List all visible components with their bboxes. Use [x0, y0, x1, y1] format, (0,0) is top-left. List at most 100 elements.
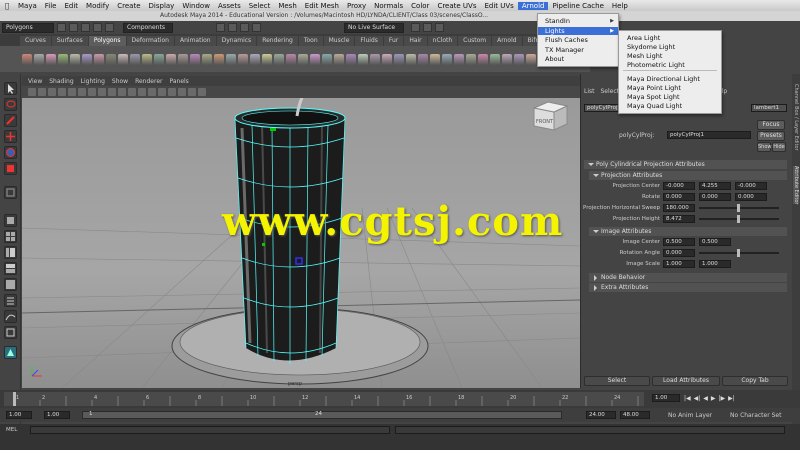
- layout-hypershade-icon[interactable]: [4, 278, 17, 291]
- shelf-tab-animation[interactable]: Animation: [175, 36, 216, 46]
- select-button[interactable]: Select: [584, 376, 650, 386]
- image-plane-icon[interactable]: [58, 88, 66, 96]
- bookmark-icon[interactable]: [48, 88, 56, 96]
- shelf-tool-icon[interactable]: [106, 53, 116, 65]
- new-scene-icon[interactable]: [57, 23, 66, 32]
- snap-curve-icon[interactable]: [228, 23, 237, 32]
- copy-tab-button[interactable]: Copy Tab: [722, 376, 788, 386]
- time-ruler-bar[interactable]: [4, 392, 644, 406]
- wireframe-icon[interactable]: [138, 88, 146, 96]
- shelf-tab-muscle[interactable]: Muscle: [323, 36, 355, 46]
- rotate-tool-icon[interactable]: [4, 146, 17, 159]
- attr-slider[interactable]: [699, 215, 779, 223]
- live-surface-field[interactable]: No Live Surface: [344, 22, 404, 33]
- shelf-tool-icon[interactable]: [22, 53, 32, 65]
- attr-value-field[interactable]: 180.000: [663, 204, 695, 212]
- shelf-tool-icon[interactable]: [334, 53, 344, 65]
- layout-uv-icon[interactable]: [4, 326, 17, 339]
- wireframe-on-shaded-icon[interactable]: [158, 88, 166, 96]
- node-name-field[interactable]: polyCylProj1: [667, 131, 751, 139]
- scale-tool-icon[interactable]: [4, 162, 17, 175]
- playback-start-field[interactable]: 1.00: [44, 411, 70, 419]
- end-time-field[interactable]: 48.00: [620, 411, 650, 419]
- shelf-tool-icon[interactable]: [526, 53, 536, 65]
- attr-value-field[interactable]: 0.500: [663, 238, 695, 246]
- camera-icon[interactable]: [28, 88, 36, 96]
- safe-title-icon[interactable]: [128, 88, 136, 96]
- xray-icon[interactable]: [198, 88, 206, 96]
- shelf-tool-icon[interactable]: [442, 53, 452, 65]
- shelf-tool-icon[interactable]: [286, 53, 296, 65]
- shelf-tab-rendering[interactable]: Rendering: [257, 36, 298, 46]
- light-item-photometric-light[interactable]: Photometric Light: [627, 61, 685, 69]
- menu-create-uvs[interactable]: Create UVs: [433, 2, 480, 10]
- menu-file[interactable]: File: [41, 2, 61, 10]
- shelf-tool-icon[interactable]: [514, 53, 524, 65]
- menu-arnold[interactable]: Arnold: [517, 1, 549, 10]
- shelf-tool-icon[interactable]: [166, 53, 176, 65]
- layout-graph-icon[interactable]: [4, 310, 17, 323]
- viewport-menu-lighting[interactable]: Lighting: [81, 78, 105, 85]
- gate-mask-icon[interactable]: [98, 88, 106, 96]
- menu-help[interactable]: Help: [608, 2, 632, 10]
- field-chart-icon[interactable]: [108, 88, 116, 96]
- section-poly-cyl[interactable]: Poly Cylindrical Projection Attributes: [584, 160, 787, 169]
- focus-button[interactable]: Focus: [757, 120, 785, 130]
- menu-select[interactable]: Select: [245, 2, 275, 10]
- smooth-shade-icon[interactable]: [148, 88, 156, 96]
- layout-persp-outliner-icon[interactable]: [4, 246, 17, 259]
- use-lights-icon[interactable]: [178, 88, 186, 96]
- time-slider[interactable]: 1 2 4 6 8 10 12 14 16 18 20 22 24 1.00 |◀ ◀| ◀ ▶ |▶ …: [0, 390, 800, 408]
- character-set-dropdown[interactable]: No Character Set: [730, 412, 781, 419]
- go-end-icon[interactable]: ▶|: [728, 395, 735, 402]
- menu-set-dropdown[interactable]: Polygons: [2, 22, 54, 33]
- node-tab-lambert[interactable]: lambert1: [751, 104, 787, 112]
- menu-modify[interactable]: Modify: [82, 2, 113, 10]
- snap-point-icon[interactable]: [240, 23, 249, 32]
- attr-value-field[interactable]: 1.000: [699, 260, 731, 268]
- light-item-maya-directional-light[interactable]: Maya Directional Light: [627, 75, 700, 83]
- paint-select-icon[interactable]: [4, 114, 17, 127]
- shelf-tab-toon[interactable]: Toon: [298, 36, 323, 46]
- menu-window[interactable]: Window: [178, 2, 214, 10]
- shelf-tool-icon[interactable]: [358, 53, 368, 65]
- view-cube[interactable]: FRONT: [532, 101, 569, 131]
- menu-edit[interactable]: Edit: [60, 2, 82, 10]
- play-icon[interactable]: ▶: [711, 395, 716, 402]
- textured-icon[interactable]: [168, 88, 176, 96]
- shelf-tab-dynamics[interactable]: Dynamics: [216, 36, 257, 46]
- safe-action-icon[interactable]: [118, 88, 126, 96]
- shelf-tab-hair[interactable]: Hair: [404, 36, 427, 46]
- shelf-tool-icon[interactable]: [454, 53, 464, 65]
- arnold-menu-flush-caches[interactable]: Flush Caches: [545, 36, 588, 44]
- menu-assets[interactable]: Assets: [214, 2, 245, 10]
- selection-mask-dropdown[interactable]: Components: [123, 22, 173, 33]
- light-item-maya-spot-light[interactable]: Maya Spot Light: [627, 93, 680, 101]
- shelf-tool-icon[interactable]: [46, 53, 56, 65]
- menu-edit-mesh[interactable]: Edit Mesh: [301, 2, 343, 10]
- shadows-icon[interactable]: [188, 88, 196, 96]
- app-home-icon[interactable]: [4, 346, 17, 359]
- shelf-tool-icon[interactable]: [298, 53, 308, 65]
- shelf-tool-icon[interactable]: [142, 53, 152, 65]
- attr-slider[interactable]: [699, 204, 779, 212]
- step-forward-icon[interactable]: |▶: [719, 395, 726, 402]
- attr-slider[interactable]: [699, 249, 779, 257]
- attr-value-field[interactable]: 0.000: [699, 193, 731, 201]
- attr-value-field[interactable]: 0.000: [663, 249, 695, 257]
- arnold-menu-lights[interactable]: Lights: [538, 26, 618, 35]
- slider-handle[interactable]: [737, 215, 740, 223]
- menu-maya[interactable]: Maya: [14, 2, 41, 10]
- undo-icon[interactable]: [93, 23, 102, 32]
- select-tool-icon[interactable]: [4, 82, 17, 95]
- shelf-tool-icon[interactable]: [370, 53, 380, 65]
- shelf-tab-arnold[interactable]: Arnold: [492, 36, 522, 46]
- shelf-tool-icon[interactable]: [310, 53, 320, 65]
- shelf-tool-icon[interactable]: [214, 53, 224, 65]
- viewport-menu-renderer[interactable]: Renderer: [135, 78, 162, 85]
- attr-value-field[interactable]: 0.000: [735, 193, 767, 201]
- section-node-behavior[interactable]: Node Behavior: [589, 273, 787, 282]
- shelf-tab-fur[interactable]: Fur: [383, 36, 404, 46]
- shelf-tab-polygons[interactable]: Polygons: [88, 36, 126, 46]
- light-item-maya-quad-light[interactable]: Maya Quad Light: [627, 102, 682, 110]
